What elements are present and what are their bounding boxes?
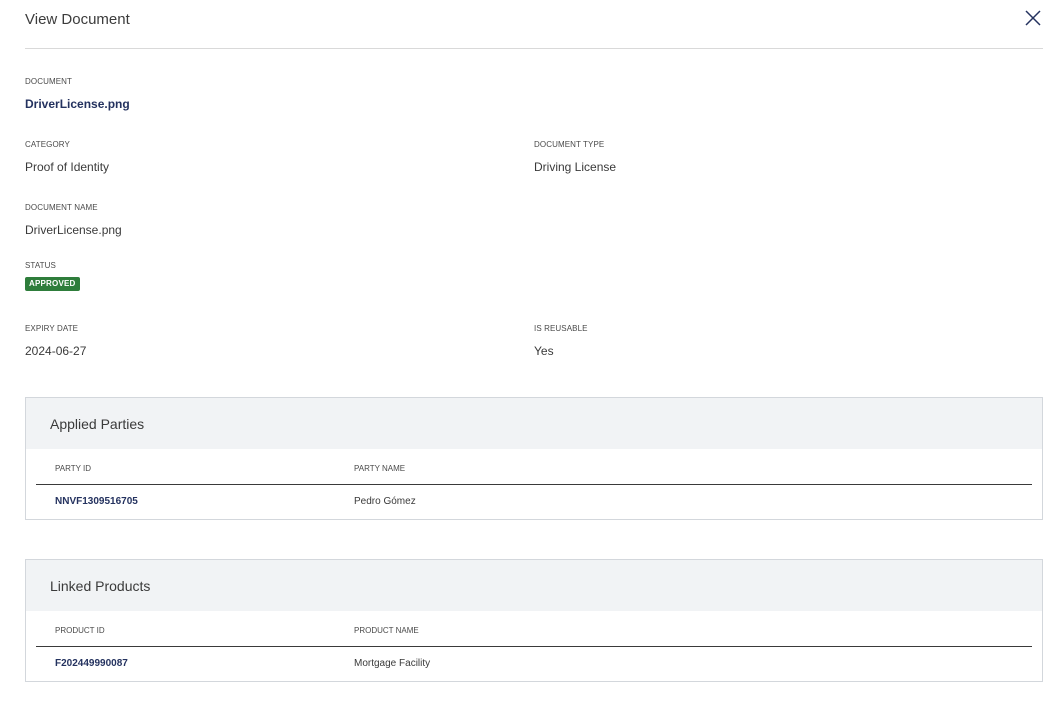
linked-products-table: PRODUCT ID PRODUCT NAME F202449990087 Mo… [26,611,1042,681]
expiry-date-value: 2024-06-27 [25,344,87,358]
column-header-party-id[interactable]: PARTY ID [55,464,91,473]
is-reusable-field: IS REUSABLE Yes [534,324,588,358]
document-name-label: DOCUMENT NAME [25,203,98,212]
party-id-link[interactable]: NNVF1309516705 [55,496,138,507]
dialog-header: View Document [25,0,1043,49]
status-label: STATUS [25,261,56,270]
category-value: Proof of Identity [25,160,110,174]
status-badge: APPROVED [25,277,80,291]
applied-parties-header: Applied Parties [26,398,1042,449]
expiry-date-field: EXPIRY DATE 2024-06-27 [25,324,86,358]
close-icon [1025,10,1041,26]
applied-parties-table: PARTY ID PARTY NAME NNVF1309516705 Pedro… [26,449,1042,519]
table-header-divider [36,646,1032,647]
close-button[interactable] [1023,8,1043,28]
page-title: View Document [25,11,130,28]
document-link[interactable]: DriverLicense.png [25,97,130,111]
column-header-product-name[interactable]: PRODUCT NAME [354,626,419,635]
document-type-value: Driving License [534,160,617,174]
is-reusable-value: Yes [534,344,554,358]
linked-products-title: Linked Products [50,578,151,594]
document-field: DOCUMENT DriverLicense.png [25,77,130,111]
view-document-dialog: View Document DOCUMENT DriverLicense.png… [0,0,1063,727]
category-label: CATEGORY [25,140,70,149]
applied-parties-title: Applied Parties [50,416,145,432]
category-field: CATEGORY Proof of Identity [25,140,109,174]
is-reusable-label: IS REUSABLE [534,324,588,333]
linked-products-panel: Linked Products PRODUCT ID PRODUCT NAME … [25,559,1043,682]
document-name-value: DriverLicense.png [25,223,122,237]
document-label: DOCUMENT [25,77,73,86]
column-header-product-id[interactable]: PRODUCT ID [55,626,105,635]
table-header-divider [36,484,1032,485]
product-name-cell: Mortgage Facility [354,658,431,669]
document-name-field: DOCUMENT NAME DriverLicense.png [25,203,122,237]
applied-parties-panel: Applied Parties PARTY ID PARTY NAME NNVF… [25,397,1043,520]
linked-products-header: Linked Products [26,560,1042,611]
status-field: STATUS APPROVED [25,261,80,291]
document-type-field: DOCUMENT TYPE Driving License [534,140,616,174]
document-type-label: DOCUMENT TYPE [534,140,605,149]
column-header-party-name[interactable]: PARTY NAME [354,464,405,473]
party-name-cell: Pedro Gómez [354,496,416,507]
expiry-date-label: EXPIRY DATE [25,324,79,333]
product-id-link[interactable]: F202449990087 [55,658,128,669]
